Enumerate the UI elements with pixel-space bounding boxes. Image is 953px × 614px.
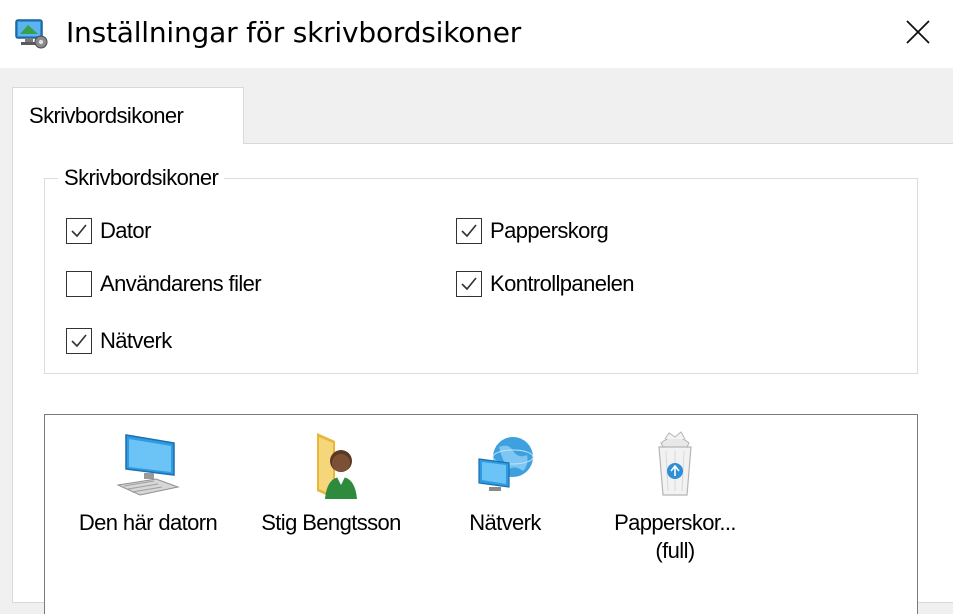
checkbox-label: Dator — [100, 218, 151, 243]
desktop-icon-preview-list[interactable]: Den här datorn Stig Bengtsson Nätverk Pa… — [44, 414, 918, 614]
icon-label: Den här datorn — [78, 510, 218, 535]
checkmark-icon — [461, 224, 477, 238]
checkbox-label: Användarens filer — [100, 271, 262, 296]
icon-label: Nätverk — [469, 510, 541, 535]
tab-skrivbordsikoner[interactable]: Skrivbordsikoner — [12, 87, 244, 144]
checkbox-label: Nätverk — [100, 328, 172, 353]
checkbox-box[interactable] — [456, 218, 482, 244]
computer-icon — [112, 429, 184, 501]
icon-label: Papperskor... — [614, 510, 736, 535]
tab-label: Skrivbordsikoner — [29, 103, 184, 128]
close-button[interactable] — [883, 0, 953, 68]
network-icon — [469, 429, 541, 501]
window-title: Inställningar för skrivbordsikoner — [66, 16, 522, 49]
icon-label: Stig Bengtsson — [261, 510, 401, 535]
list-item-den-har-datorn[interactable]: Den här datorn — [53, 429, 243, 537]
checkbox-anvandarens-filer[interactable]: Användarens filer — [66, 270, 262, 298]
user-folder-icon — [295, 429, 367, 501]
checkbox-natverk[interactable]: Nätverk — [66, 327, 172, 355]
title-bar: Inställningar för skrivbordsikoner — [0, 0, 953, 68]
checkbox-box[interactable] — [66, 328, 92, 354]
desktop-settings-icon — [14, 16, 48, 50]
list-item-papperskorg[interactable]: Papperskor... (full) — [600, 429, 750, 565]
recycle-bin-full-icon — [639, 429, 711, 501]
checkbox-kontrollpanelen[interactable]: Kontrollpanelen — [456, 270, 635, 298]
groupbox-legend: Skrivbordsikoner — [58, 164, 225, 192]
checkbox-box[interactable] — [66, 271, 92, 297]
checkbox-papperskorg[interactable]: Papperskorg — [456, 217, 609, 245]
checkbox-box[interactable] — [66, 218, 92, 244]
list-item-natverk[interactable]: Nätverk — [445, 429, 565, 537]
checkbox-dator[interactable]: Dator — [66, 217, 151, 245]
checkbox-label: Papperskorg — [490, 218, 609, 243]
checkmark-icon — [71, 334, 87, 348]
checkbox-label: Kontrollpanelen — [490, 271, 635, 296]
close-icon — [904, 18, 932, 51]
icon-label-line2: (full) — [655, 538, 695, 563]
checkmark-icon — [461, 277, 477, 291]
list-item-stig-bengtsson[interactable]: Stig Bengtsson — [241, 429, 421, 537]
checkmark-icon — [71, 224, 87, 238]
checkbox-box[interactable] — [456, 271, 482, 297]
